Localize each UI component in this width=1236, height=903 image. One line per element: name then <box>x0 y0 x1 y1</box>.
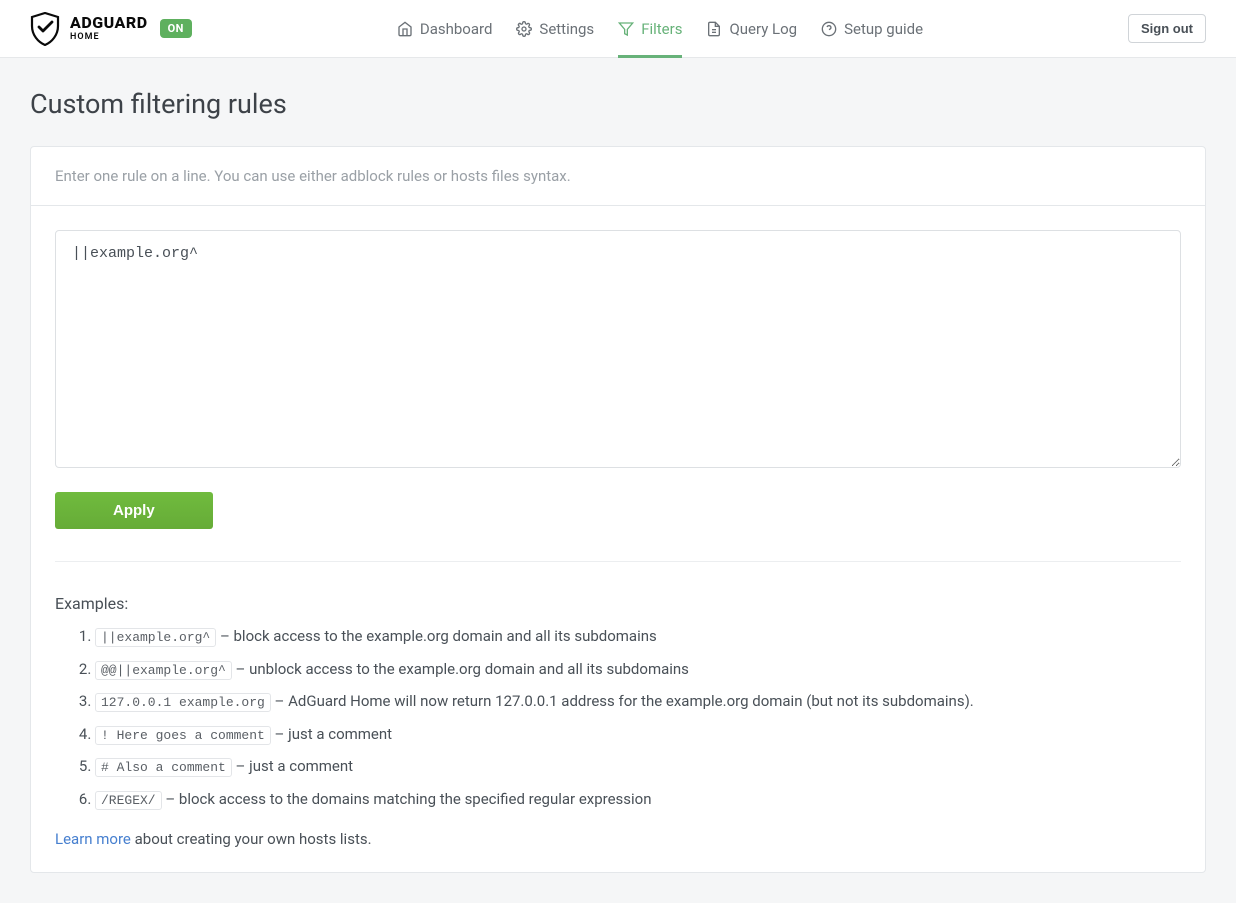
example-item: ||example.org^ – block access to the exa… <box>95 625 1181 648</box>
nav-filters[interactable]: Filters <box>618 0 682 57</box>
example-item: @@||example.org^ – unblock access to the… <box>95 658 1181 681</box>
brand-sub: HOME <box>70 33 148 42</box>
gear-icon <box>516 21 532 37</box>
logo-group: ADGUARD HOME ON <box>30 12 192 46</box>
example-item: 127.0.0.1 example.org – AdGuard Home wil… <box>95 690 1181 713</box>
shield-icon <box>30 12 60 46</box>
nav-querylog[interactable]: Query Log <box>706 0 797 57</box>
nav-settings[interactable]: Settings <box>516 0 594 57</box>
example-code: /REGEX/ <box>95 791 162 810</box>
app-header: ADGUARD HOME ON Dashboard Settings <box>0 0 1236 58</box>
main-nav: Dashboard Settings Filters <box>397 0 923 57</box>
example-desc: – just a comment <box>232 757 353 775</box>
sign-out-button[interactable]: Sign out <box>1128 14 1206 43</box>
file-icon <box>706 21 722 37</box>
example-desc: – block access to the domains matching t… <box>162 790 652 808</box>
brand-main: ADGUARD <box>70 15 148 31</box>
apply-button[interactable]: Apply <box>55 492 213 529</box>
page-title: Custom filtering rules <box>30 88 1206 120</box>
rules-textarea[interactable] <box>55 230 1181 468</box>
examples-title: Examples: <box>55 594 1181 613</box>
nav-label: Settings <box>539 20 594 38</box>
help-icon <box>821 21 837 37</box>
example-desc: – just a comment <box>271 725 392 743</box>
example-code: @@||example.org^ <box>95 661 232 680</box>
nav-dashboard[interactable]: Dashboard <box>397 0 493 57</box>
example-code: ||example.org^ <box>95 628 216 647</box>
divider <box>55 561 1181 562</box>
example-desc: – AdGuard Home will now return 127.0.0.1… <box>271 692 974 710</box>
example-item: ! Here goes a comment – just a comment <box>95 723 1181 746</box>
filter-icon <box>618 21 634 37</box>
example-desc: – unblock access to the example.org doma… <box>232 660 689 678</box>
nav-label: Query Log <box>729 20 797 38</box>
example-item: # Also a comment – just a comment <box>95 755 1181 778</box>
logo-text: ADGUARD HOME <box>70 15 148 42</box>
example-item: /REGEX/ – block access to the domains ma… <box>95 788 1181 811</box>
nav-label: Filters <box>641 20 682 38</box>
learn-more-link[interactable]: Learn more <box>55 830 131 848</box>
card-header: Enter one rule on a line. You can use ei… <box>31 147 1205 206</box>
example-code: # Also a comment <box>95 758 232 777</box>
example-desc: – block access to the example.org domain… <box>216 627 657 645</box>
examples-list: ||example.org^ – block access to the exa… <box>55 625 1181 810</box>
card-body: Apply Examples: ||example.org^ – block a… <box>31 206 1205 872</box>
rules-card: Enter one rule on a line. You can use ei… <box>30 146 1206 873</box>
learn-more-rest: about creating your own hosts lists. <box>131 830 372 848</box>
status-badge[interactable]: ON <box>160 19 192 38</box>
nav-label: Setup guide <box>844 20 923 38</box>
page-container: Custom filtering rules Enter one rule on… <box>0 58 1236 903</box>
nav-setup[interactable]: Setup guide <box>821 0 923 57</box>
home-icon <box>397 21 413 37</box>
example-code: 127.0.0.1 example.org <box>95 693 271 712</box>
logo[interactable]: ADGUARD HOME <box>30 12 148 46</box>
learn-more-line: Learn more about creating your own hosts… <box>55 830 1181 848</box>
nav-label: Dashboard <box>420 20 493 38</box>
example-code: ! Here goes a comment <box>95 726 271 745</box>
